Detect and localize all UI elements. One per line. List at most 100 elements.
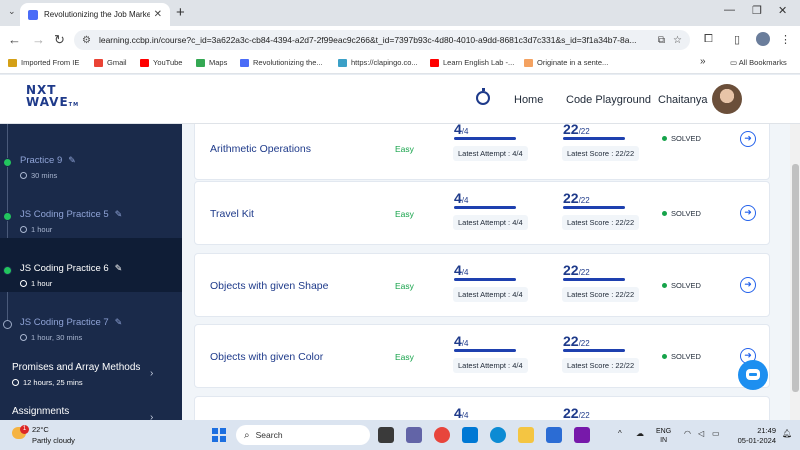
nav-home[interactable]: Home	[514, 94, 543, 106]
bookmark-item[interactable]: https://clapingo.co...	[338, 58, 418, 67]
bookmark-item[interactable]: Gmail	[94, 58, 127, 67]
user-name[interactable]: Chaitanya	[658, 94, 708, 106]
attempt-total: /4	[461, 411, 469, 420]
lang-region: IN	[660, 437, 668, 444]
edge-icon[interactable]	[490, 427, 506, 443]
minimize-icon[interactable]: —	[724, 4, 735, 16]
language-indicator[interactable]: ENG IN	[656, 427, 671, 445]
bookmark-item[interactable]: Imported From IE	[8, 58, 79, 67]
attempt-count: 4	[454, 190, 462, 206]
edit-icon: ✎	[114, 209, 123, 219]
extensions-icon[interactable]: ⧠	[704, 33, 713, 46]
difficulty-label: Easy	[395, 209, 414, 219]
wifi-icon[interactable]: ◠	[684, 429, 691, 438]
latest-attempt-pill: Latest Attempt : 4/4	[453, 146, 528, 161]
score-total: /22	[578, 127, 590, 136]
restore-icon[interactable]: ❐	[752, 4, 762, 17]
forward-icon[interactable]: →	[32, 32, 45, 47]
completed-icon	[3, 212, 12, 221]
sidebar-item-duration: 1 hour	[31, 279, 53, 288]
user-avatar[interactable]	[712, 84, 742, 114]
battery-icon[interactable]: ▭	[712, 429, 720, 438]
sidebar-section-promises[interactable]: Promises and Array Methods 12 hours, 25 …	[0, 356, 182, 396]
teams-icon[interactable]	[406, 427, 422, 443]
show-hidden-icons[interactable]: ^	[618, 429, 622, 438]
bookmark-item[interactable]: Maps	[196, 58, 227, 67]
nxtwave-logo[interactable]: NXT WAVETM	[26, 84, 79, 111]
reload-icon[interactable]: ↻	[54, 32, 65, 48]
gmail-icon	[94, 58, 103, 67]
clock-icon	[20, 280, 27, 287]
attempt-count: 4	[454, 333, 462, 349]
app-icon[interactable]	[546, 427, 562, 443]
task-view-icon[interactable]	[378, 427, 394, 443]
problem-card[interactable]: Arithmetic Operations Easy 4/4 Latest At…	[194, 124, 770, 180]
edit-icon: ✎	[68, 155, 76, 165]
chevron-right-icon: ›	[150, 412, 154, 420]
notifications-icon[interactable]: 🔔︎	[782, 429, 792, 438]
new-tab-button[interactable]: +	[176, 4, 185, 21]
sidebar-item-js-coding-practice-5[interactable]: JS Coding Practice 5 ✎ 1 hour	[0, 184, 182, 238]
side-panel-icon[interactable]: ▯	[734, 33, 740, 46]
close-window-icon[interactable]: ✕	[778, 4, 787, 17]
all-bookmarks-link[interactable]: ▭ All Bookmarks	[730, 58, 787, 67]
score-value: 22	[563, 333, 579, 349]
chrome-icon[interactable]	[434, 427, 450, 443]
open-problem-arrow-icon[interactable]: ➜	[740, 205, 756, 221]
bookmark-item[interactable]: Learn English Lab -...	[430, 58, 514, 67]
youtube-icon	[140, 58, 149, 67]
sidebar-item-js-coding-practice-7[interactable]: JS Coding Practice 7 ✎ 1 hour, 30 mins	[0, 292, 182, 346]
open-problem-arrow-icon[interactable]: ➜	[740, 131, 756, 147]
problem-card[interactable]: Objects with given Color Easy 4/4 Latest…	[194, 324, 770, 388]
bookmark-item[interactable]: Originate in a sente...	[524, 58, 608, 67]
sidebar-item-js-coding-practice-6[interactable]: JS Coding Practice 6 ✎ 1 hour	[0, 238, 182, 292]
browser-tab[interactable]: Revolutionizing the Job Market ✕	[20, 3, 170, 26]
attempt-count: 4	[454, 124, 462, 137]
file-explorer-icon[interactable]	[518, 427, 534, 443]
store-icon[interactable]	[462, 427, 478, 443]
address-bar[interactable]: ⚙ learning.ccbp.in/course?c_id=3a622a3c-…	[74, 30, 690, 50]
weather-desc: Partly cloudy	[32, 436, 75, 445]
sidebar-section-title: Promises and Array Methods	[12, 362, 141, 373]
url-text[interactable]: learning.ccbp.in/course?c_id=3a622a3c-cb…	[99, 35, 650, 45]
site-info-icon[interactable]: ⚙	[82, 35, 91, 46]
sidebar-item-duration: 1 hour, 30 mins	[31, 333, 83, 342]
bookmark-item[interactable]: YouTube	[140, 58, 182, 67]
volume-icon[interactable]: ◁	[698, 429, 704, 438]
tab-search-icon[interactable]: ⌄	[8, 6, 16, 17]
problem-card[interactable]: 4/4 22/22	[194, 396, 770, 420]
clock-icon	[20, 172, 27, 179]
open-problem-arrow-icon[interactable]: ➜	[740, 277, 756, 293]
back-icon[interactable]: ←	[8, 32, 21, 47]
windows-start-icon[interactable]	[212, 428, 226, 442]
chatbot-button[interactable]	[738, 360, 768, 390]
sidebar-item-practice-9[interactable]: Practice 9 ✎ 30 mins	[0, 130, 182, 184]
status-badge: SOLVED	[671, 281, 701, 290]
score-value: 22	[563, 190, 579, 206]
scrollbar-thumb[interactable]	[792, 164, 799, 392]
profile-avatar[interactable]	[756, 32, 770, 46]
latest-attempt-pill: Latest Attempt : 4/4	[453, 287, 528, 302]
tab-favicon-icon	[28, 9, 38, 20]
edit-icon: ✎	[114, 317, 123, 327]
onedrive-icon[interactable]: ☁	[636, 429, 644, 438]
bookmark-label: Revolutionizing the...	[253, 58, 323, 67]
menu-icon[interactable]: ⋮	[780, 33, 791, 46]
sidebar-section-assignments[interactable]: Assignments ›	[0, 400, 182, 420]
course-sidebar: Practice 9 ✎ 30 mins JS Coding Practice 5…	[0, 124, 182, 420]
onenote-icon[interactable]	[574, 427, 590, 443]
tab-close-icon[interactable]: ✕	[154, 9, 162, 20]
problem-card[interactable]: Travel Kit Easy 4/4 Latest Attempt : 4/4…	[194, 181, 770, 245]
sidebar-item-label: Practice 9	[20, 155, 63, 166]
stopwatch-icon[interactable]	[476, 88, 490, 105]
taskbar-search[interactable]: ⌕ Search	[236, 425, 370, 445]
install-icon[interactable]: ⧉	[658, 35, 665, 46]
bookmark-item[interactable]: Revolutionizing the...	[240, 58, 323, 67]
nav-code-playground[interactable]: Code Playground	[566, 94, 651, 106]
bookmark-star-icon[interactable]: ☆	[673, 35, 682, 46]
more-bookmarks-icon[interactable]: »	[700, 56, 706, 67]
latest-score-pill: Latest Score : 22/22	[562, 146, 640, 161]
clock-icon	[20, 334, 27, 341]
problem-card[interactable]: Objects with given Shape Easy 4/4 Latest…	[194, 253, 770, 317]
system-clock[interactable]: 21:49 05-01-2024	[732, 426, 776, 446]
